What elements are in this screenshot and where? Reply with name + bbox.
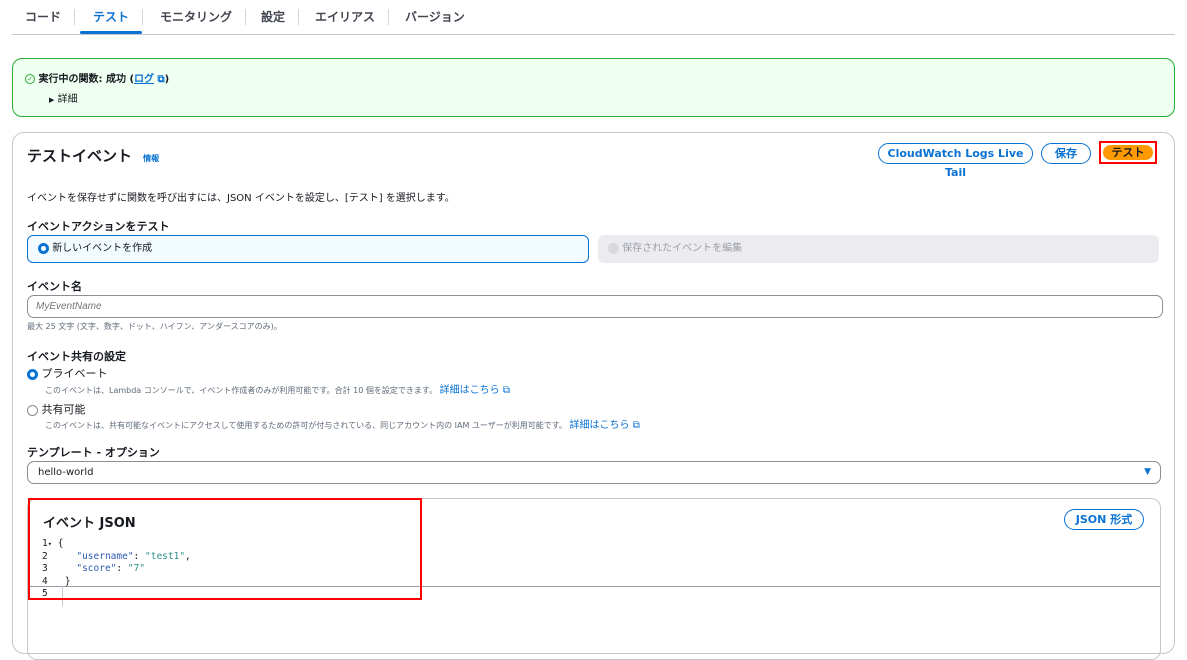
caret-right-icon: ▶ bbox=[49, 96, 55, 104]
tab-settings[interactable]: 設定 bbox=[248, 9, 300, 25]
tab-versions[interactable]: バージョン bbox=[392, 9, 478, 25]
code-line: { bbox=[57, 538, 64, 549]
line-number: 5 bbox=[42, 588, 48, 599]
line-number: 2 bbox=[42, 550, 48, 562]
sharing-label: イベント共有の設定 bbox=[27, 350, 126, 363]
option-label: 共有可能 bbox=[41, 403, 86, 416]
save-button[interactable]: 保存 bbox=[1041, 143, 1091, 164]
private-description: このイベントは、Lambda コンソールで、イベント作成者のみが利用可能です。合… bbox=[45, 386, 438, 395]
line-number: 4 bbox=[42, 575, 48, 587]
details-toggle[interactable]: ▶ 詳細 bbox=[49, 90, 78, 105]
comma: , bbox=[185, 550, 191, 562]
active-tab-indicator bbox=[80, 31, 142, 34]
json-key: "username" bbox=[76, 550, 134, 562]
tab-bar: コード テスト モニタリング 設定 エイリアス バージョン bbox=[12, 0, 1175, 35]
external-link-icon: ⧉ bbox=[499, 385, 510, 396]
status-close: ) bbox=[164, 74, 170, 85]
tab-monitoring[interactable]: モニタリング bbox=[147, 9, 247, 25]
external-link-icon: ⧉ bbox=[629, 420, 640, 431]
json-format-button[interactable]: JSON 形式 bbox=[1064, 509, 1144, 530]
json-editor[interactable]: 1▾ { 2 "username": "test1", 3 "score": "… bbox=[42, 538, 191, 601]
description: イベントを保存せずに関数を呼び出すには、JSON イベントを設定し、[テスト] … bbox=[27, 193, 455, 204]
radio-selected bbox=[27, 368, 38, 380]
option-label: 新しいイベントを作成 bbox=[52, 243, 153, 254]
json-key: "score" bbox=[76, 563, 117, 574]
radio-selected bbox=[38, 242, 49, 254]
info-link[interactable]: 情報 bbox=[143, 154, 159, 163]
radio-unselected bbox=[27, 404, 38, 416]
json-value: "7" bbox=[127, 563, 146, 574]
option-label: プライベート bbox=[41, 367, 108, 380]
test-event-panel: テストイベント 情報 CloudWatch Logs Live Tail 保存 … bbox=[12, 132, 1175, 660]
action-label: イベントアクションをテスト bbox=[27, 220, 170, 233]
event-name-hint: 最大 25 文字 (文字、数字、ドット、ハイフン、アンダースコアのみ)。 bbox=[27, 322, 282, 331]
shareable-description: このイベントは、共有可能なイベントにアクセスして使用するための許可が付与されてい… bbox=[45, 421, 567, 430]
external-link-icon: ⧉ bbox=[154, 74, 165, 85]
template-select[interactable]: hello-world ▼ bbox=[27, 461, 1161, 484]
event-name-label: イベント名 bbox=[27, 280, 82, 293]
learn-more-link[interactable]: 詳細はこちら bbox=[440, 385, 500, 396]
test-button[interactable]: テスト bbox=[1103, 145, 1153, 160]
panel-title: テストイベント bbox=[27, 147, 133, 165]
shareable-option[interactable]: 共有可能 bbox=[27, 401, 86, 417]
live-tail-button[interactable]: CloudWatch Logs Live Tail bbox=[878, 143, 1033, 179]
learn-more-link[interactable]: 詳細はこちら bbox=[570, 420, 630, 431]
caret-down-icon: ▼ bbox=[1144, 467, 1151, 477]
template-value: hello-world bbox=[38, 467, 94, 478]
details-label: 詳細 bbox=[57, 94, 78, 105]
tab-code[interactable]: コード bbox=[12, 9, 76, 25]
radio-disabled bbox=[608, 242, 619, 254]
test-button-highlight: テスト bbox=[1099, 141, 1157, 164]
template-label: テンプレート - オプション bbox=[27, 446, 160, 459]
log-link[interactable]: ログ bbox=[134, 74, 154, 85]
private-option[interactable]: プライベート bbox=[27, 365, 108, 381]
json-highlight: イベント JSON 1▾ { 2 "username": "test1", 3 … bbox=[28, 498, 422, 600]
tab-aliases[interactable]: エイリアス bbox=[302, 9, 390, 25]
tab-test[interactable]: テスト bbox=[80, 9, 144, 25]
json-value: "test1" bbox=[145, 550, 186, 562]
option-label: 保存されたイベントを編集 bbox=[622, 243, 743, 254]
success-banner: ✓ 実行中の関数: 成功 (ログ ⧉) ▶ 詳細 bbox=[12, 58, 1175, 117]
code-line: } bbox=[64, 575, 71, 587]
create-new-event-option[interactable]: 新しいイベントを作成 bbox=[27, 235, 589, 263]
edit-saved-event-option[interactable]: 保存されたイベントを編集 bbox=[598, 235, 1159, 263]
line-number: 3 bbox=[42, 563, 48, 574]
status-text: 実行中の関数: 成功 ( bbox=[38, 74, 135, 85]
json-title: イベント JSON bbox=[43, 516, 136, 531]
check-circle-icon: ✓ bbox=[25, 74, 35, 84]
event-name-input[interactable] bbox=[27, 295, 1163, 318]
